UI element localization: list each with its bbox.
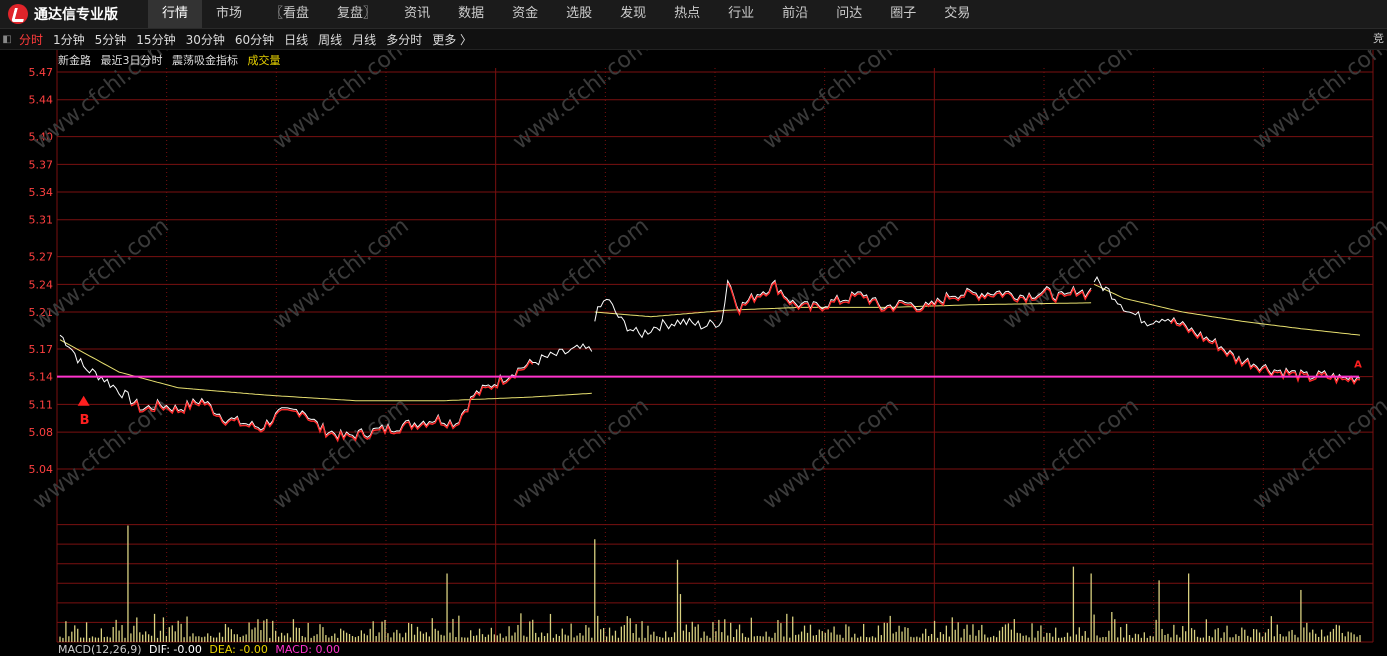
macd-dif: DIF: -0.00 bbox=[149, 643, 202, 656]
menu-item-0[interactable]: 行情 bbox=[148, 0, 203, 28]
price-tick-4: 5.34 bbox=[29, 186, 54, 199]
watermark-4: www.cfchi.com bbox=[998, 50, 1143, 155]
menu-item-11[interactable]: 前沿 bbox=[768, 0, 822, 28]
period-tab-9[interactable]: 多分时 bbox=[381, 31, 427, 48]
collapse-icon[interactable]: ◧ bbox=[0, 34, 14, 45]
menu-item-7[interactable]: 选股 bbox=[552, 0, 606, 28]
menu-item-5[interactable]: 数据 bbox=[444, 0, 498, 28]
price-tick-13: 5.04 bbox=[29, 463, 54, 476]
watermark-15: www.cfchi.com bbox=[758, 393, 903, 514]
price-line-day-2 bbox=[1093, 276, 1361, 383]
watermark-3: www.cfchi.com bbox=[758, 50, 903, 155]
period-tab-3[interactable]: 15分钟 bbox=[131, 31, 180, 48]
menu-item-6[interactable]: 资金 bbox=[498, 0, 552, 28]
menu-item-9[interactable]: 热点 bbox=[660, 0, 714, 28]
menu-item-4[interactable]: 资讯 bbox=[390, 0, 444, 28]
period-tab-7[interactable]: 周线 bbox=[313, 31, 347, 48]
buy-signal-label: B bbox=[80, 413, 90, 428]
macd-value: MACD: 0.00 bbox=[275, 643, 340, 656]
macd-row: MACD(12,26,9) DIF: -0.00 DEA: -0.00 MACD… bbox=[58, 643, 344, 656]
menu-item-12[interactable]: 问达 bbox=[822, 0, 876, 28]
period-tab-8[interactable]: 月线 bbox=[347, 31, 381, 48]
watermark-11: www.cfchi.com bbox=[1248, 213, 1387, 334]
price-tick-7: 5.24 bbox=[29, 278, 54, 291]
period-tab-10[interactable]: 更多 〉 bbox=[427, 31, 477, 48]
period-tab-2[interactable]: 5分钟 bbox=[90, 31, 132, 48]
watermark-1: www.cfchi.com bbox=[268, 50, 413, 155]
menu-item-3[interactable]: 复盘〗 bbox=[323, 0, 390, 28]
menu-item-13[interactable]: 圈子 bbox=[876, 0, 930, 28]
sell-signal-label: A bbox=[1354, 359, 1362, 370]
price-tick-1: 5.44 bbox=[29, 94, 54, 107]
chart-info-row: 新金路 最近3日分时 震荡吸金指标 成交量 bbox=[58, 52, 287, 68]
watermark-6: www.cfchi.com bbox=[28, 213, 173, 334]
period-tab-4[interactable]: 30分钟 bbox=[181, 31, 230, 48]
price-tick-10: 5.14 bbox=[29, 371, 54, 384]
app-title: 通达信专业版 bbox=[34, 7, 118, 23]
price-tick-11: 5.11 bbox=[29, 398, 54, 411]
intraday-chart[interactable]: 5.475.445.405.375.345.315.275.245.215.17… bbox=[0, 50, 1387, 653]
main-menu: 行情 市场 〖看盘 复盘〗 资讯 数据 资金 选股 发现 热点 行业 前沿 问达 圈子 交易 bbox=[148, 0, 984, 28]
period-tab-1[interactable]: 1分钟 bbox=[48, 31, 90, 48]
right-edge-label[interactable]: 竞 bbox=[1373, 29, 1387, 49]
period-tab-6[interactable]: 日线 bbox=[279, 31, 313, 48]
logo-icon bbox=[8, 4, 28, 24]
menu-item-14[interactable]: 交易 bbox=[930, 0, 984, 28]
macd-title[interactable]: MACD(12,26,9) bbox=[58, 643, 142, 656]
price-tick-5: 5.31 bbox=[29, 214, 54, 227]
app-logo[interactable]: 通达信专业版 bbox=[0, 0, 148, 28]
price-line-red-0 bbox=[130, 360, 534, 443]
buy-signal-arrow-icon bbox=[77, 395, 90, 406]
price-tick-0: 5.47 bbox=[29, 66, 54, 79]
chart-mode[interactable]: 最近3日分时 bbox=[101, 54, 163, 67]
watermark-9: www.cfchi.com bbox=[758, 213, 903, 334]
price-tick-6: 5.27 bbox=[29, 251, 54, 264]
macd-dea: DEA: -0.00 bbox=[209, 643, 268, 656]
period-tabs: 分时 1分钟 5分钟 15分钟 30分钟 60分钟 日线 周线 月线 多分时 更多 〉 bbox=[14, 31, 477, 48]
indicator-name[interactable]: 震荡吸金指标 bbox=[172, 54, 238, 67]
watermark-8: www.cfchi.com bbox=[508, 213, 653, 334]
menu-item-2[interactable]: 〖看盘 bbox=[256, 0, 323, 28]
menu-item-10[interactable]: 行业 bbox=[714, 0, 768, 28]
watermark-14: www.cfchi.com bbox=[508, 393, 653, 514]
watermark-10: www.cfchi.com bbox=[998, 213, 1143, 334]
watermark-7: www.cfchi.com bbox=[268, 213, 413, 334]
stock-name[interactable]: 新金路 bbox=[58, 54, 91, 67]
price-tick-9: 5.17 bbox=[29, 343, 54, 356]
top-nav-bar: 通达信专业版 行情 市场 〖看盘 复盘〗 资讯 数据 资金 选股 发现 热点 行业 前沿 问达 圈子 交易 bbox=[0, 0, 1387, 29]
watermark-13: www.cfchi.com bbox=[268, 393, 413, 514]
period-tab-5[interactable]: 60分钟 bbox=[230, 31, 279, 48]
volume-label[interactable]: 成交量 bbox=[248, 54, 281, 67]
menu-item-8[interactable]: 发现 bbox=[606, 0, 660, 28]
price-tick-12: 5.08 bbox=[29, 426, 54, 439]
watermark-17: www.cfchi.com bbox=[1248, 393, 1387, 514]
period-bar: ◧ 分时 1分钟 5分钟 15分钟 30分钟 60分钟 日线 周线 月线 多分时 更多 〉 bbox=[0, 29, 1387, 50]
watermark-16: www.cfchi.com bbox=[998, 393, 1143, 514]
period-tab-0[interactable]: 分时 bbox=[14, 31, 48, 48]
avg-line-day-2 bbox=[1093, 283, 1361, 336]
watermark-2: www.cfchi.com bbox=[508, 50, 653, 155]
watermark-5: www.cfchi.com bbox=[1248, 50, 1387, 155]
menu-item-1[interactable]: 市场 bbox=[202, 0, 256, 28]
price-tick-3: 5.37 bbox=[29, 158, 54, 171]
